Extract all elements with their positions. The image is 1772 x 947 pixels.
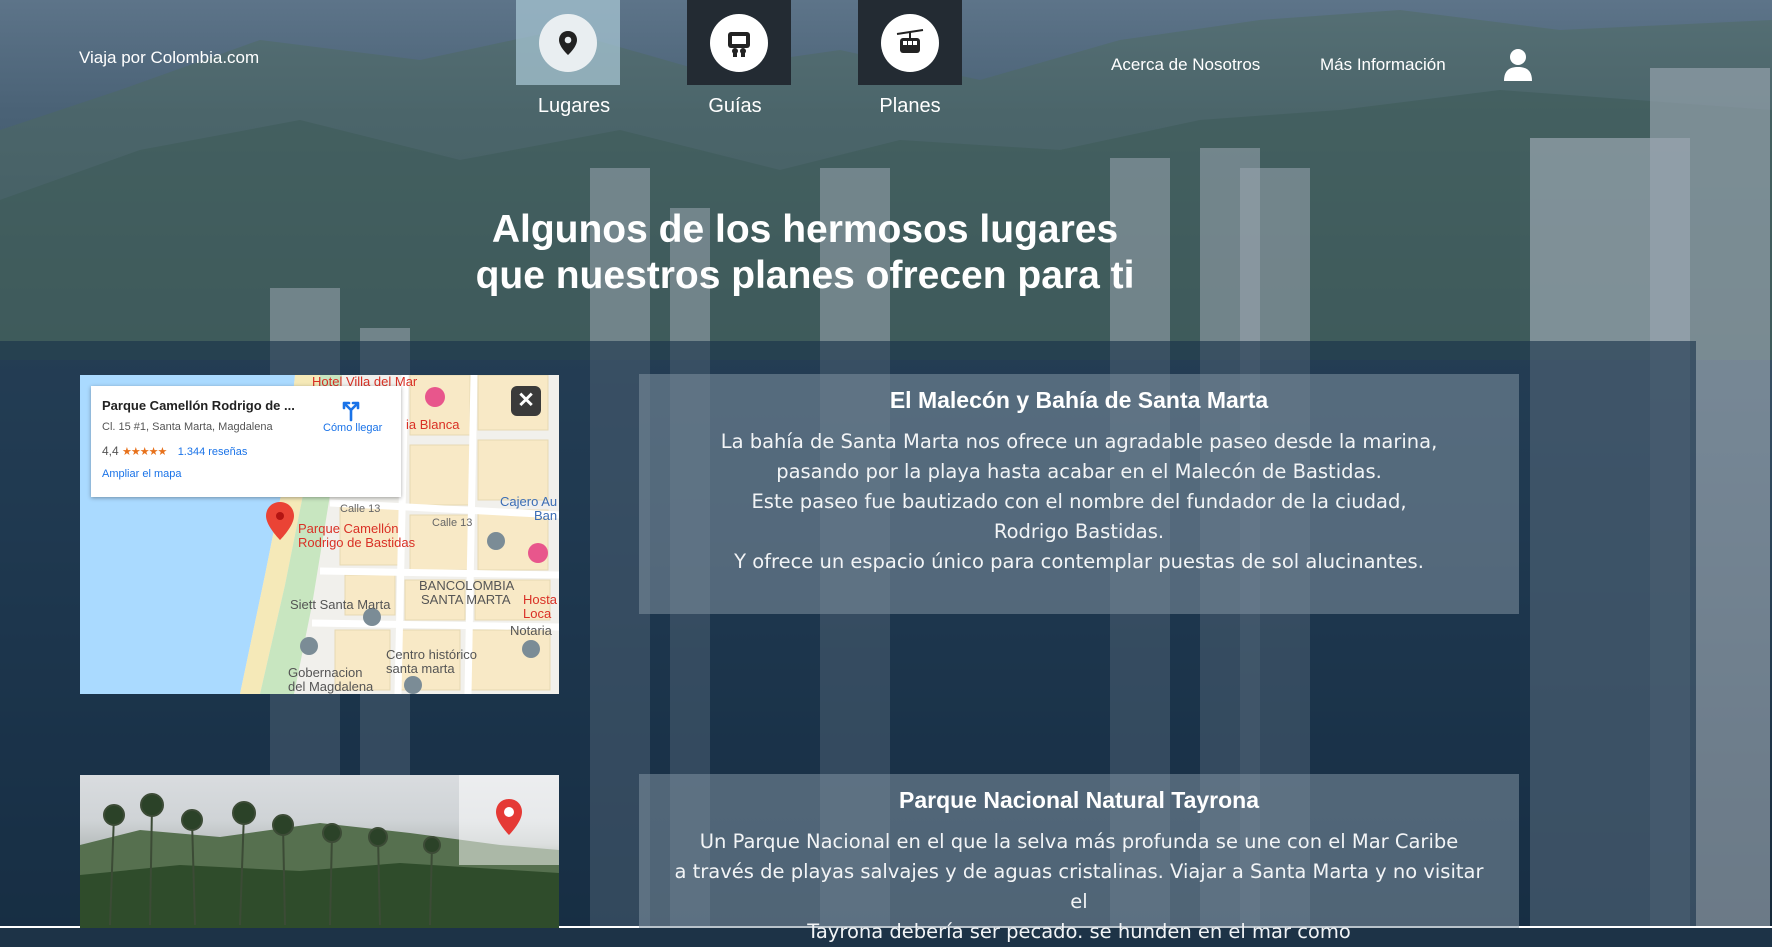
map-label-notaria: Notaria (510, 623, 552, 638)
location-pin-icon (539, 13, 597, 72)
map-label-centro-2: santa marta (386, 661, 455, 676)
place-card-tayrona: Parque Nacional Natural Tayrona Un Parqu… (639, 774, 1519, 943)
map-label-cajero-1: Cajero Au (500, 494, 558, 509)
nav-lugares-label[interactable]: Lugares (504, 95, 644, 118)
user-icon[interactable] (1503, 48, 1533, 82)
map-label-siett: Siett Santa Marta (290, 597, 391, 612)
location-pin-icon (496, 799, 522, 835)
brand-logo-text[interactable]: Viaja por Colombia.com (79, 48, 259, 68)
map-label-gob-1: Gobernacion (288, 665, 363, 680)
map-label-park-2: Rodrigo de Bastidas (298, 535, 416, 550)
map-pin-toggle[interactable] (459, 775, 559, 865)
map-close-button[interactable]: ✕ (511, 386, 541, 416)
map-label-banco-2: SANTA MARTA (421, 592, 511, 607)
nav-planes-button[interactable] (858, 0, 962, 85)
place-card-title: El Malecón y Bahía de Santa Marta (889, 387, 1269, 413)
map-label-calle-1: Calle 13 (340, 503, 381, 515)
description-line: a través de playas salvajes y de aguas c… (674, 860, 1484, 913)
embedded-map[interactable]: Hotel Villa del Mar ia Blanca Calle 13 C… (80, 375, 559, 694)
description-line: Tayrona debería ser pecado. se hunden en… (807, 920, 1351, 943)
map-label-banco-1: BANCOLOMBIA (419, 578, 515, 593)
map-label-hostal-2: Loca (523, 606, 552, 621)
page-headline: Algunos de los hermosos lugares que nues… (410, 207, 1200, 299)
headline-line-2: que nuestros planes ofrecen para ti (475, 254, 1135, 297)
expand-map-link[interactable]: Ampliar el mapa (102, 468, 181, 480)
link-mas-informacion[interactable]: Más Información (1320, 55, 1446, 75)
tayrona-photo (80, 775, 559, 928)
map-label-playa: ia Blanca (406, 417, 460, 432)
place-card-malecon: El Malecón y Bahía de Santa Marta La bah… (639, 374, 1519, 614)
rating-value: 4,4 (102, 444, 119, 458)
headline-line-1: Algunos de los hermosos lugares (491, 208, 1119, 251)
nav-guias-button[interactable] (687, 0, 791, 85)
nav-planes-label[interactable]: Planes (840, 95, 980, 118)
reviews-link[interactable]: 1.344 reseñas (178, 446, 248, 458)
map-label-park-1: Parque Camellón (298, 521, 399, 536)
place-card-description: Un Parque Nacional en el que la selva má… (669, 827, 1489, 947)
guide-icon (710, 13, 768, 72)
map-label-gob-2: del Magdalena (288, 679, 374, 694)
cable-car-icon (881, 13, 939, 72)
nav-lugares-button[interactable] (516, 0, 620, 85)
nav-guias-label[interactable]: Guías (665, 95, 805, 118)
map-label-cajero-2: Ban (534, 508, 558, 523)
rating-stars-icon: ★★★★★ (122, 446, 167, 458)
place-card-title: Parque Nacional Natural Tayrona (898, 787, 1259, 813)
map-label-centro-1: Centro histórico (386, 647, 478, 662)
map-label-hostal-1: Hosta (523, 592, 557, 607)
map-place-name[interactable]: Parque Camellón Rodrigo de ... (102, 398, 295, 413)
description-line: Y ofrece un espacio único para contempla… (734, 550, 1424, 573)
description-line: Un Parque Nacional en el que la selva má… (699, 830, 1459, 853)
description-line: Este paseo fue bautizado con el nombre d… (751, 490, 1407, 513)
place-card-description: La bahía de Santa Marta nos ofrece un ag… (669, 427, 1489, 577)
map-info-panel: Parque Camellón Rodrigo de ... Cl. 15 #1… (91, 386, 401, 497)
map-place-address: Cl. 15 #1, Santa Marta, Magdalena (102, 421, 273, 433)
link-acerca[interactable]: Acerca de Nosotros (1111, 55, 1260, 75)
description-line: La bahía de Santa Marta nos ofrece un ag… (720, 430, 1438, 453)
directions-link[interactable]: Cómo llegar (323, 422, 382, 434)
map-place-rating: 4,4 ★★★★★ 1.344 reseñas (102, 444, 247, 458)
description-line: pasando por la playa hasta acabar en el … (776, 460, 1382, 483)
directions-icon[interactable] (338, 396, 364, 422)
description-line: Rodrigo Bastidas. (993, 520, 1165, 543)
map-label-calle-2: Calle 13 (432, 517, 473, 529)
